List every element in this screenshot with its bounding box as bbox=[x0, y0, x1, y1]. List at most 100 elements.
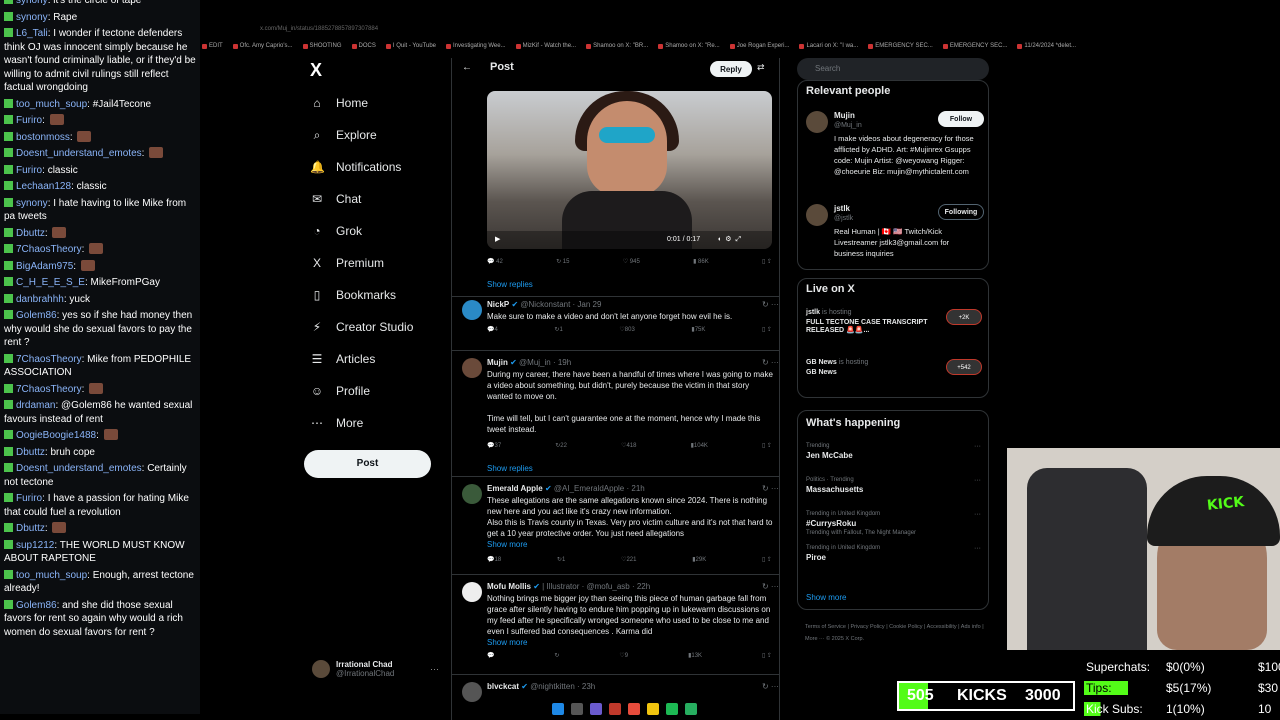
reply-button[interactable]: Reply bbox=[710, 61, 752, 77]
live-item[interactable]: jstlk is hosting FULL TECTONE CASE TRANSC… bbox=[806, 309, 982, 334]
spotify-icon[interactable] bbox=[666, 703, 678, 715]
chat-username[interactable]: bostonmoss bbox=[16, 132, 70, 143]
chat-username[interactable]: danbrahhh bbox=[16, 294, 64, 305]
bookmark-item[interactable]: Shamoo on X: "BR... bbox=[586, 40, 648, 52]
likes-count[interactable]: ♡ 418 bbox=[621, 442, 636, 449]
nav-item-notifications[interactable]: 🔔 Notifications bbox=[310, 158, 401, 176]
show-replies-link[interactable]: Show replies bbox=[487, 280, 533, 289]
video-player[interactable]: ▶ 0:01 / 0:17 ◖⚙⤢ bbox=[487, 91, 772, 249]
following-button[interactable]: Following bbox=[938, 204, 984, 220]
avatar[interactable] bbox=[462, 300, 482, 320]
nav-item-bookmarks[interactable]: ▯ Bookmarks bbox=[310, 286, 396, 304]
live-host-name[interactable]: jstlk bbox=[806, 309, 820, 316]
author-name[interactable]: Mujin bbox=[487, 358, 508, 367]
bookmark-icon[interactable]: ▯ ⇪ bbox=[762, 442, 772, 449]
chat-username[interactable]: Furiro bbox=[16, 115, 42, 126]
chat-username[interactable]: Furiro bbox=[16, 493, 42, 504]
repost-count[interactable]: ↻ 15 bbox=[556, 258, 569, 265]
more-icon[interactable]: ↻ ··· bbox=[762, 582, 779, 591]
bookmark-item[interactable]: EMERGENCY SEC... bbox=[943, 40, 1008, 52]
live-title[interactable]: GB News bbox=[806, 369, 936, 376]
chat-username[interactable]: too_much_soup bbox=[16, 99, 87, 110]
bookmark-item[interactable]: SHOOTING bbox=[303, 40, 342, 52]
live-title[interactable]: FULL TECTONE CASE TRANSCRIPT RELEASED 🚨🚨… bbox=[806, 319, 936, 334]
avatar[interactable] bbox=[462, 682, 482, 702]
chat-username[interactable]: Golem86 bbox=[16, 600, 57, 611]
account-switcher[interactable]: Irrational Chad @IrrationalChad ··· bbox=[312, 660, 439, 678]
volume-icon[interactable]: ◖⚙⤢ bbox=[717, 235, 745, 244]
back-arrow-icon[interactable]: ← bbox=[462, 62, 472, 73]
chat-username[interactable]: Doesnt_understand_emotes bbox=[16, 463, 142, 474]
avatar[interactable] bbox=[462, 484, 482, 504]
views-count[interactable]: ▮ 29K bbox=[692, 556, 706, 563]
bookmark-item[interactable]: EDIT bbox=[202, 40, 223, 52]
chat-username[interactable]: 7ChaosTheory bbox=[16, 354, 82, 365]
chat-username[interactable]: synony bbox=[16, 0, 48, 6]
avatar[interactable] bbox=[806, 204, 828, 226]
author-name[interactable]: blvckcat bbox=[487, 682, 519, 691]
person-name[interactable]: Mujin bbox=[834, 111, 855, 120]
bookmark-icon[interactable]: ▯ ⇪ bbox=[762, 258, 772, 265]
post-button[interactable]: Post bbox=[304, 450, 431, 478]
bookmark-item[interactable]: Joe Rogan Experi... bbox=[730, 40, 790, 52]
reposts-count[interactable]: ↻ bbox=[554, 652, 559, 659]
chat-username[interactable]: Furiro bbox=[16, 165, 42, 176]
app-icon[interactable] bbox=[685, 703, 697, 715]
more-icon[interactable]: ··· bbox=[974, 443, 981, 450]
nav-item-home[interactable]: ⌂ Home bbox=[310, 94, 368, 112]
nav-item-grok[interactable]: ◔ Grok bbox=[310, 222, 362, 240]
footer-links[interactable]: Terms of Service | Privacy Policy | Cook… bbox=[805, 621, 985, 645]
trend-item[interactable]: Trending Jen McCabe ··· bbox=[806, 443, 982, 460]
chat-username[interactable]: sup1212 bbox=[16, 540, 54, 551]
reposts-count[interactable]: ↻ 22 bbox=[555, 442, 567, 449]
nav-item-chat[interactable]: ✉ Chat bbox=[310, 190, 361, 208]
more-icon[interactable]: ··· bbox=[974, 545, 981, 552]
bookmark-item[interactable]: Ofc. Amy Caprio's... bbox=[233, 40, 293, 52]
trend-item[interactable]: Trending in United Kingdom Piroe ··· bbox=[806, 545, 982, 562]
windows-start-icon[interactable] bbox=[552, 703, 564, 715]
views-count[interactable]: ▮ 13K bbox=[688, 652, 702, 659]
nav-item-articles[interactable]: ☰ Articles bbox=[310, 350, 376, 368]
nav-item-more[interactable]: ⋯ More bbox=[310, 414, 363, 432]
chat-username[interactable]: synony bbox=[16, 12, 48, 23]
live-host-name[interactable]: GB News bbox=[806, 359, 837, 366]
more-icon[interactable]: ··· bbox=[430, 664, 439, 674]
bookmark-item[interactable]: Investigating Wee... bbox=[446, 40, 506, 52]
folder-icon[interactable] bbox=[647, 703, 659, 715]
obs-icon[interactable] bbox=[609, 703, 621, 715]
nav-item-premium[interactable]: X Premium bbox=[310, 254, 384, 272]
show-more-trends[interactable]: Show more bbox=[806, 593, 846, 602]
nav-item-profile[interactable]: ☺ Profile bbox=[310, 382, 370, 400]
avatar[interactable] bbox=[462, 582, 482, 602]
replies-count[interactable]: 💬 37 bbox=[487, 442, 501, 449]
avatar[interactable] bbox=[462, 358, 482, 378]
author-name[interactable]: NickP bbox=[487, 300, 509, 309]
chat-username[interactable]: 7ChaosTheory bbox=[16, 384, 82, 395]
url-bar[interactable]: x.com/Muj_in/status/1885278857897307884 bbox=[200, 22, 1280, 36]
bookmark-icon[interactable]: ▯ ⇪ bbox=[762, 556, 772, 563]
replies-count[interactable]: 💬 4 bbox=[487, 326, 498, 333]
bookmark-item[interactable]: 11/24/2024 *delet... bbox=[1017, 40, 1076, 52]
chat-username[interactable]: synony bbox=[16, 198, 48, 209]
likes-count[interactable]: ♡ 9 bbox=[619, 652, 628, 659]
chat-username[interactable]: C_H_E_E_S_E bbox=[16, 277, 85, 288]
reposts-count[interactable]: ↻ 1 bbox=[554, 326, 562, 333]
show-more-link[interactable]: Show more bbox=[487, 539, 775, 550]
person-name[interactable]: jstlk bbox=[834, 204, 850, 213]
follow-button[interactable]: Follow bbox=[938, 111, 984, 127]
views-count[interactable]: ▮ 75K bbox=[691, 326, 705, 333]
likes-count[interactable]: ♡ 803 bbox=[619, 326, 634, 333]
filter-icon[interactable]: ⇄ bbox=[757, 62, 765, 73]
bookmark-icon[interactable]: ▯ ⇪ bbox=[762, 326, 772, 333]
bookmark-item[interactable]: DOCS bbox=[352, 40, 376, 52]
show-replies-link[interactable]: Show replies bbox=[487, 464, 533, 473]
live-item[interactable]: GB News is hosting GB News +542 bbox=[806, 359, 982, 376]
chat-username[interactable]: Dbuttz bbox=[16, 447, 45, 458]
bookmark-item[interactable]: I Quit - YouTube bbox=[386, 40, 436, 52]
browser-icon[interactable] bbox=[628, 703, 640, 715]
chat-username[interactable]: L6_Tali bbox=[16, 28, 48, 39]
play-icon[interactable]: ▶ bbox=[495, 235, 500, 243]
chat-username[interactable]: drdaman bbox=[16, 400, 55, 411]
trend-item[interactable]: Politics · Trending Massachusetts ··· bbox=[806, 477, 982, 494]
more-icon[interactable]: ↻ ··· bbox=[762, 682, 779, 691]
